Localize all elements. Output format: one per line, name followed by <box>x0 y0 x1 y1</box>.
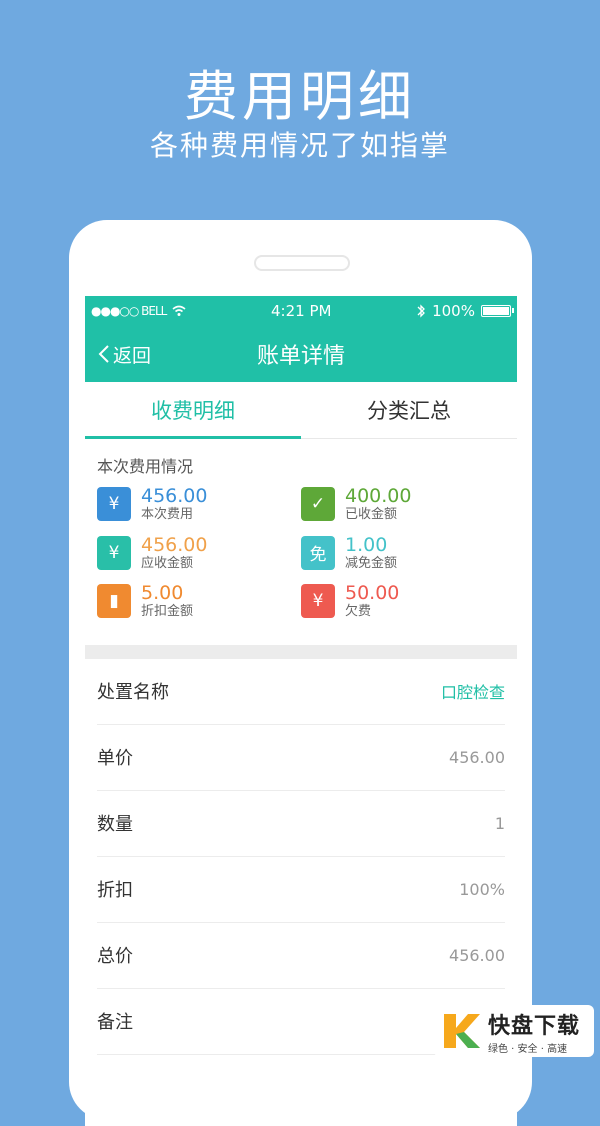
detail-row-quantity: 数量 1 <box>97 791 505 857</box>
stat-receivable: ¥ 456.00 应收金额 <box>97 533 301 571</box>
tab-bar: 收费明细 分类汇总 <box>85 382 517 439</box>
stat-value: 456.00 <box>141 485 208 507</box>
tab-category-summary[interactable]: 分类汇总 <box>301 382 517 438</box>
summary-title: 本次费用情况 <box>97 457 194 476</box>
subline: 各种费用情况了如指掌 <box>149 129 450 162</box>
row-label: 备注 <box>97 1012 133 1034</box>
row-value: 1 <box>494 813 505 833</box>
detail-row-treatment: 处置名称 口腔检查 <box>97 659 505 725</box>
summary-grid: ¥ 456.00 本次费用 ✓ 400.00 已收金额 ¥ 456.00 应收金… <box>97 485 505 620</box>
watermark-brand: 快盘下载 <box>488 1013 581 1039</box>
tab-fee-detail[interactable]: 收费明细 <box>85 382 301 439</box>
row-label: 处置名称 <box>97 682 169 704</box>
stat-value: 1.00 <box>345 533 388 556</box>
watermark-logo: 快盘下载 绿色 · 安全 · 高速 <box>434 1005 594 1057</box>
brand-logo-icon <box>444 1014 480 1048</box>
detail-row-total: 总价 456.00 <box>97 923 505 989</box>
phone-screen: ●●●○○ BELL 4:21 PM 100% 返回 账单详情 收费明细 分类汇… <box>85 296 517 1126</box>
row-label: 数量 <box>97 814 133 836</box>
back-label: 返回 <box>113 344 152 367</box>
fee-summary: 本次费用情况 ¥ 456.00 本次费用 ✓ 400.00 已收金额 ¥ 456… <box>85 439 517 629</box>
status-time: 4:21 PM <box>271 302 332 320</box>
stat-label: 欠费 <box>345 604 372 620</box>
back-button[interactable]: 返回 <box>97 326 151 382</box>
exempt-icon: 免 <box>301 535 335 570</box>
row-value: 456.00 <box>449 747 505 767</box>
battery-percent: 100% <box>432 302 475 320</box>
arrears-icon: ¥ <box>301 584 335 619</box>
wifi-icon <box>172 305 186 316</box>
row-label: 总价 <box>97 946 133 968</box>
row-label: 折扣 <box>97 880 133 902</box>
stat-exempt: 免 1.00 减免金额 <box>301 533 505 571</box>
stat-label: 减免金额 <box>345 555 398 571</box>
stat-label: 已收金额 <box>345 506 398 522</box>
chevron-left-icon <box>98 345 109 363</box>
stat-discount: ▮ 5.00 折扣金额 <box>97 582 301 620</box>
detail-row-unit-price: 单价 456.00 <box>97 725 505 791</box>
stat-value: 50.00 <box>345 582 400 605</box>
carrier-label: ●●●○○ BELL <box>91 304 167 318</box>
nav-bar: 返回 账单详情 <box>85 326 517 382</box>
detail-row-discount: 折扣 100% <box>97 857 505 923</box>
row-label: 单价 <box>97 748 133 770</box>
stat-label: 折扣金额 <box>141 604 194 620</box>
stat-label: 应收金额 <box>141 555 194 571</box>
stat-received: ✓ 400.00 已收金额 <box>301 485 505 522</box>
bluetooth-icon <box>417 304 426 318</box>
status-bar: ●●●○○ BELL 4:21 PM 100% <box>85 296 517 326</box>
stat-label: 本次费用 <box>141 506 194 522</box>
section-divider <box>85 644 517 659</box>
phone-speaker <box>254 255 350 271</box>
detail-list: 处置名称 口腔检查 单价 456.00 数量 1 折扣 100% 总价 456.… <box>85 659 517 1055</box>
check-money-icon: ✓ <box>301 487 335 522</box>
stat-value: 456.00 <box>141 533 208 556</box>
headline: 费用明细 <box>184 65 416 128</box>
page-title: 账单详情 <box>256 344 345 369</box>
house-money-icon: ¥ <box>97 535 131 570</box>
stat-value: 400.00 <box>345 485 412 507</box>
watermark-tagline: 绿色 · 安全 · 高速 <box>488 1043 568 1055</box>
stat-arrears: ¥ 50.00 欠费 <box>301 582 505 620</box>
phone-frame: ●●●○○ BELL 4:21 PM 100% 返回 账单详情 收费明细 分类汇… <box>69 220 532 1126</box>
treatment-link[interactable]: 口腔检查 <box>441 679 505 703</box>
row-value: 456.00 <box>449 945 505 965</box>
stat-value: 5.00 <box>141 582 184 605</box>
row-value: 100% <box>459 879 505 899</box>
stat-total-fee: ¥ 456.00 本次费用 <box>97 485 301 522</box>
money-bag-icon: ¥ <box>97 487 131 522</box>
battery-icon <box>480 305 514 317</box>
discount-card-icon: ▮ <box>97 584 131 619</box>
